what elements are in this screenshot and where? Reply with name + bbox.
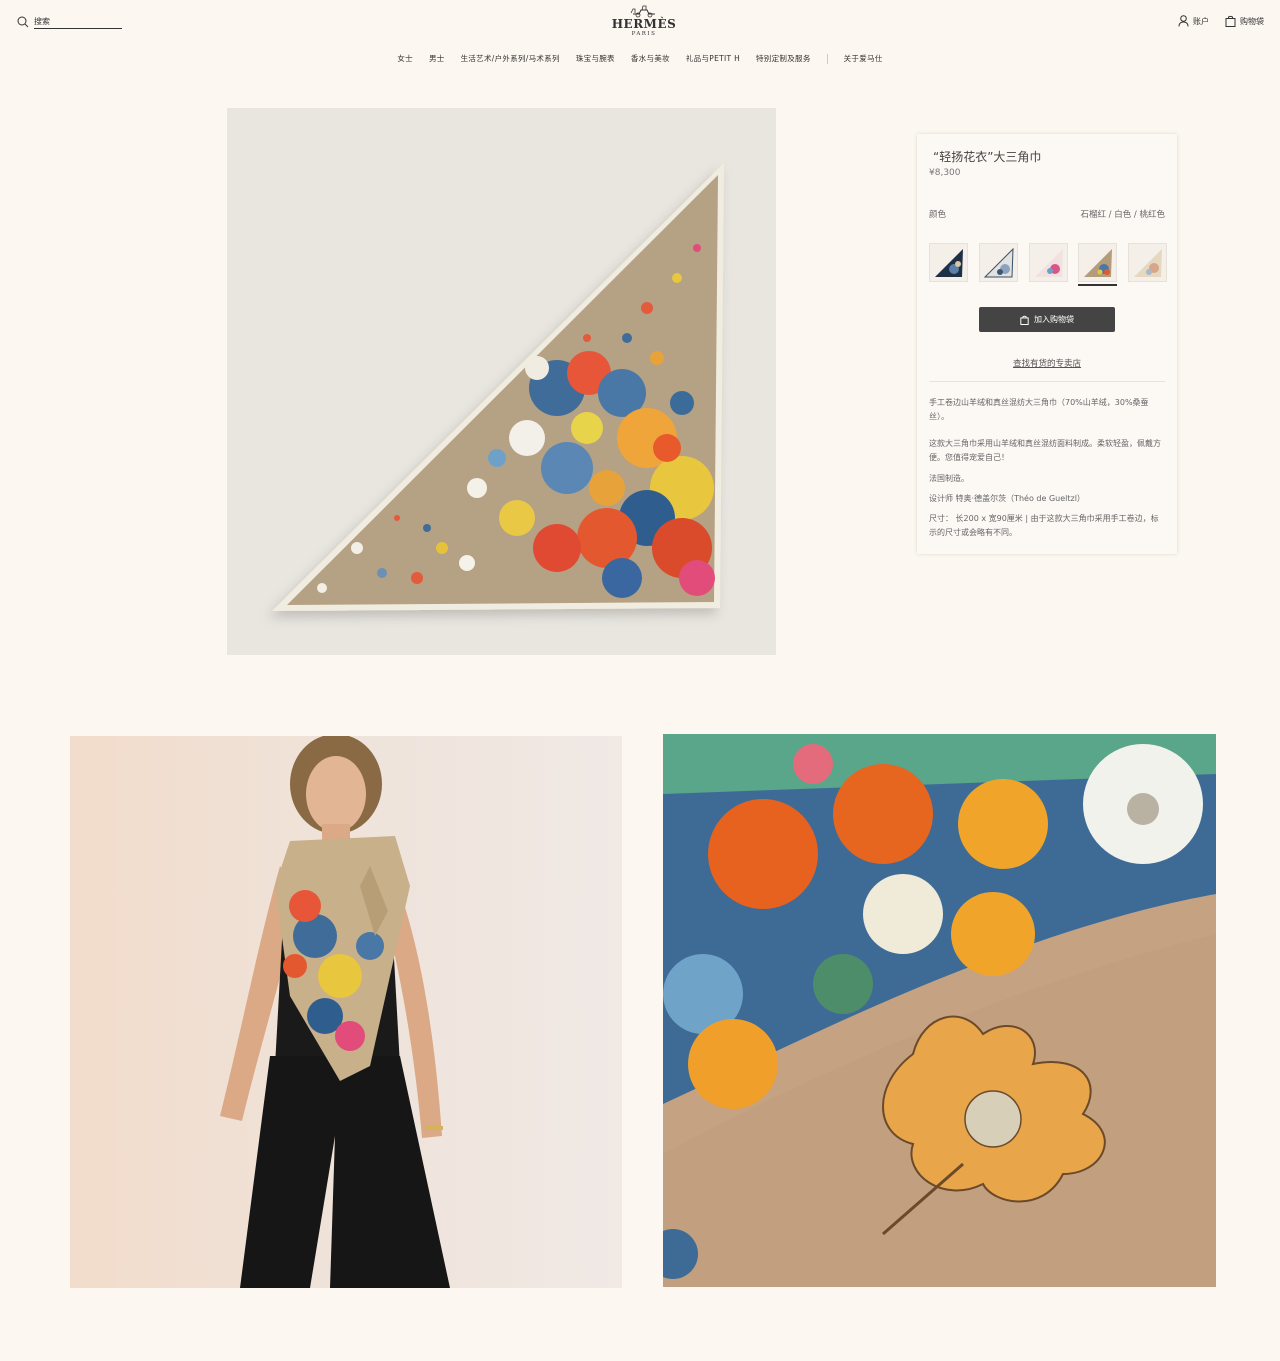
swatch-light-beige[interactable]	[1128, 243, 1167, 282]
product-main-image[interactable]	[227, 108, 776, 655]
swatch-beige[interactable]	[1078, 243, 1118, 286]
user-links: 账户 购物袋	[1162, 15, 1264, 27]
swatch-white[interactable]	[978, 243, 1018, 282]
swatch-pink[interactable]	[1028, 243, 1068, 282]
logo-paris: PARIS	[631, 31, 657, 37]
color-value: 石榴红 / 白色 / 桃红色	[1080, 210, 1165, 220]
model-illustration	[70, 736, 622, 1288]
add-to-cart-label: 加入购物袋	[1034, 315, 1074, 324]
nav-gifts-petit-h[interactable]: 礼品与PETIT H	[686, 53, 740, 64]
search-input[interactable]	[34, 14, 122, 29]
panel-divider	[929, 381, 1165, 382]
nav-divider	[826, 53, 828, 64]
search-icon[interactable]	[17, 16, 29, 28]
add-to-cart-button[interactable]: 加入购物袋	[979, 307, 1115, 332]
color-swatches	[929, 243, 1167, 286]
nav-about[interactable]: 关于爱马仕	[844, 53, 883, 64]
desc-designer: 设计师 特奥·德盖尔茨（Théo de Gueltzl）	[929, 494, 1085, 503]
site-header: HERMÈS PARIS 账户 购物袋 女士 男士 生活艺术/户外系列/马术系列…	[0, 0, 1280, 80]
logo-wordmark: HERMÈS	[611, 17, 677, 31]
find-store-link-wrapper: 查找有货的专卖店	[917, 357, 1177, 369]
cart-link[interactable]: 购物袋	[1225, 15, 1264, 27]
nav-special-orders[interactable]: 特别定制及服务	[756, 53, 811, 64]
model-wearing-scarf-image[interactable]	[70, 736, 622, 1288]
main-nav: 女士 男士 生活艺术/户外系列/马术系列 珠宝与腕表 香水与美妆 礼品与PETI…	[0, 53, 1280, 64]
account-link[interactable]: 账户	[1178, 15, 1209, 27]
product-title: “轻扬花衣”大三角巾	[933, 150, 1042, 164]
desc-size: 尺寸： 长200 x 宽90厘米 | 由于这款大三角巾采用手工卷边，标示的尺寸或…	[929, 514, 1159, 537]
user-icon	[1178, 15, 1189, 27]
product-price: ¥8,300	[929, 168, 961, 178]
fabric-detail-illustration	[663, 734, 1216, 1287]
hermes-logo[interactable]: HERMÈS PARIS	[604, 4, 684, 38]
desc-origin: 法国制造。	[929, 474, 969, 483]
fabric-detail-image[interactable]	[663, 734, 1216, 1287]
nav-fragrance-beauty[interactable]: 香水与美妆	[631, 53, 670, 64]
nav-men[interactable]: 男士	[429, 53, 445, 64]
desc-material: 手工卷边山羊绒和真丝混纺大三角巾（70%山羊绒，30%桑蚕丝）。	[929, 398, 1149, 421]
product-info-panel: “轻扬花衣”大三角巾 ¥8,300 颜色 石榴红 / 白色 / 桃红色 加入购物…	[917, 134, 1177, 554]
nav-women[interactable]: 女士	[397, 53, 413, 64]
cart-label: 购物袋	[1240, 16, 1264, 26]
swatch-navy[interactable]	[929, 243, 968, 282]
nav-home-outdoor-equestrian[interactable]: 生活艺术/户外系列/马术系列	[461, 53, 560, 64]
desc-body: 这款大三角巾采用山羊绒和真丝混纺面料制成。柔软轻盈，佩戴方便。您值得宠爱自己！	[929, 439, 1161, 462]
account-label: 账户	[1193, 16, 1209, 26]
bag-icon	[1225, 15, 1236, 27]
find-store-link[interactable]: 查找有货的专卖店	[1013, 359, 1081, 369]
nav-jewelry-watches[interactable]: 珠宝与腕表	[576, 53, 615, 64]
color-label: 颜色	[929, 210, 947, 220]
triangle-scarf-illustration	[272, 163, 724, 611]
bag-icon	[1020, 315, 1029, 325]
search-bar[interactable]	[17, 14, 122, 29]
carriage-icon	[630, 5, 655, 18]
